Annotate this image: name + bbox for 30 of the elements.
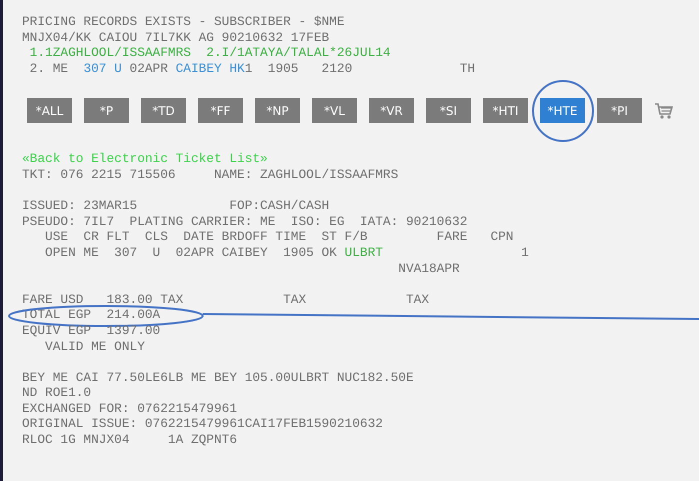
command-button[interactable]: *HTE (540, 98, 585, 124)
command-button[interactable]: *VL (312, 98, 357, 124)
terminal-line: ORIGINAL ISSUE: 0762215479961CAI17FEB1590210632 (22, 416, 383, 432)
terminal-line: TKT: 076 2215 715506 NAME: ZAGHLOOL/ISSAAFMRS (22, 166, 398, 183)
command-button[interactable]: *VR (369, 98, 414, 124)
terminal-line: PSEUDO: 7IL7 PLATING CARRIER: ME ISO: EG IATA: 90210632 (22, 214, 468, 230)
terminal-line: ISSUED: 23MAR15 FOP:CASH/CASH (22, 198, 330, 214)
terminal-line: OPEN ME 307 U 02APR CAIBEY 1905 OK ULBRT 1 (44, 244, 529, 261)
command-button[interactable]: *FF (198, 98, 243, 124)
terminal-line: RLOC 1G MNJX04 1A ZQPNT6 (22, 432, 238, 448)
terminal-line: FARE USD 183.00 TAX TAX TAX (22, 292, 430, 308)
command-button[interactable]: *NP (255, 98, 300, 124)
terminal-line: EQUIV EGP 1397.00 (22, 322, 160, 338)
terminal-line: PRICING RECORDS EXISTS - SUBSCRIBER - $NME (22, 14, 345, 30)
command-button[interactable]: *HTI (483, 98, 528, 124)
terminal-line: VALID ME ONLY (44, 338, 145, 354)
terminal-line: ND ROE1.0 (22, 385, 92, 401)
terminal-line: 2. ME 307 U 02APR CAIBEY HK1 1905 2120 TH (28, 60, 476, 76)
terminal-line: EXCHANGED FOR: 0762215479961 (22, 400, 238, 416)
terminal-line: MNJX04/KK CAIOU 7IL7KK AG 90210632 17FEB (22, 30, 330, 46)
terminal-line: BEY ME CAI 77.50LE6LB ME BEY 105.00ULBRT NUC182.50E (22, 370, 414, 386)
command-button[interactable]: *P (84, 98, 129, 124)
command-button[interactable]: *SI (426, 98, 471, 124)
command-button[interactable]: *TD (141, 98, 186, 124)
cart-icon[interactable] (654, 102, 674, 120)
terminal-line: NVA18APR (397, 260, 460, 276)
command-button[interactable]: *PI (597, 98, 642, 124)
terminal-line: USE CR FLT CLS DATE BRDOFF TIME ST F/B FARE CPN (44, 229, 514, 245)
command-button[interactable]: *ALL (27, 98, 72, 124)
terminal-line: 1.1ZAGHLOOL/ISSAAFMRS 2.I/1ATAYA/TALAL*26JUL14 (28, 45, 391, 61)
